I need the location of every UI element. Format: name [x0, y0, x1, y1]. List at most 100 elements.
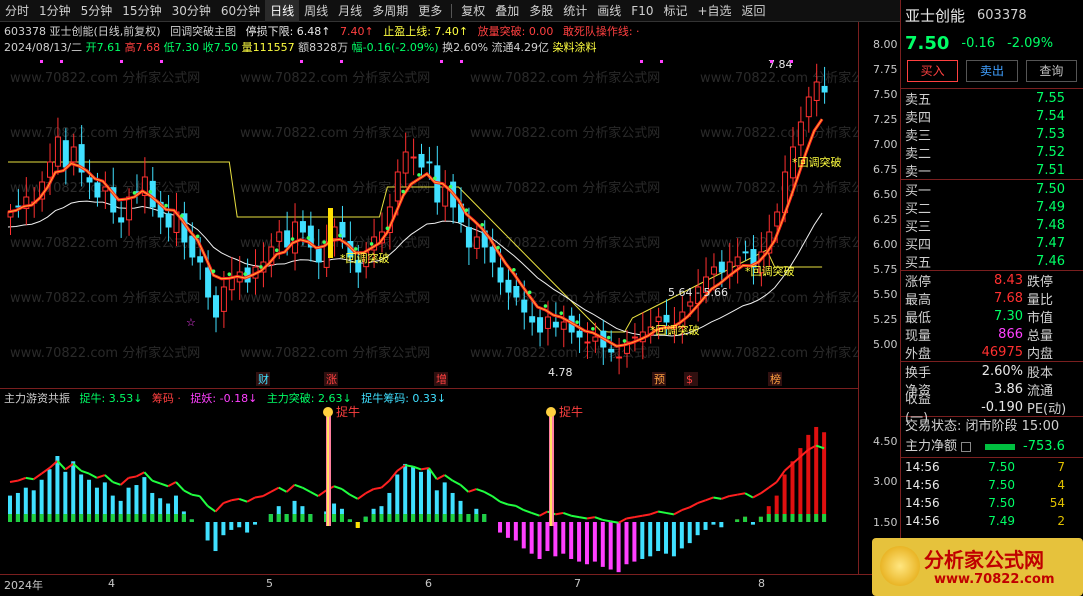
oscillator-segment — [736, 492, 746, 496]
indicator-bar-base — [387, 514, 392, 522]
indicator-bar-base — [87, 514, 92, 522]
indicator-bar — [624, 522, 629, 565]
oscillator-segment — [365, 488, 375, 495]
query-button[interactable]: 查询 — [1025, 60, 1077, 82]
stat-label-2: 流通 — [1027, 383, 1054, 399]
signal-dot — [496, 245, 500, 250]
tool-button-3[interactable]: 统计 — [558, 0, 592, 22]
bid-row[interactable]: 买一 7.50 — [901, 180, 1083, 199]
quote-stats-2: 换手 2.60% 股本 净资 3.86 流通 收益(一) -0.190 PE(动) — [901, 362, 1083, 427]
tool-button-4[interactable]: 画线 — [592, 0, 626, 22]
tool-button-2[interactable]: 多股 — [524, 0, 558, 22]
ask-row[interactable]: 卖四 7.54 — [901, 107, 1083, 126]
site-logo: 分析家公式网 www.70822.com — [872, 538, 1083, 596]
indicator-bar-base — [735, 519, 740, 522]
signal-dot — [353, 247, 358, 251]
ma-slow-line — [7, 200, 823, 337]
oscillator-segment — [278, 486, 288, 493]
tick-volume: 7 — [1057, 460, 1065, 474]
ask-row[interactable]: 卖二 7.52 — [901, 143, 1083, 162]
indicator-bar-base — [822, 514, 827, 522]
indicator-bar-base — [15, 514, 20, 522]
tool-button-7[interactable]: +自选 — [692, 0, 736, 22]
period-tab-9[interactable]: 多周期 — [367, 0, 413, 22]
oscillator-segment — [262, 490, 272, 497]
period-tab-10[interactable]: 更多 — [413, 0, 447, 22]
indicator-bar — [640, 522, 645, 559]
oscillator-segment — [649, 510, 659, 516]
price-axis[interactable]: 8.00 7.75 7.50 7.25 7.00 6.75 6.50 6.25 6.00 5.75… — [858, 22, 900, 574]
indicator-bar — [703, 522, 708, 530]
oscillator-segment — [231, 497, 240, 502]
period-tab-6[interactable]: 日线 — [265, 0, 300, 22]
period-tab-7[interactable]: 周线 — [299, 0, 333, 22]
period-tab-4[interactable]: 30分钟 — [167, 0, 216, 22]
date-axis[interactable]: 2024年 4 5 6 7 8 — [0, 574, 900, 596]
bid-row[interactable]: 买二 7.49 — [901, 198, 1083, 217]
indicator-bar — [679, 522, 684, 549]
period-tab-0[interactable]: 分时 — [0, 0, 34, 22]
candle-body — [513, 286, 520, 298]
tick-row: 14:56 7.50 4 — [901, 476, 1083, 494]
candle-body — [734, 256, 741, 267]
tick-volume: 2 — [1057, 514, 1065, 528]
bid-label: 买四 — [905, 237, 932, 253]
buy-button[interactable]: 买入 — [907, 60, 959, 82]
oscillator-segment — [119, 477, 130, 486]
indicator-bar — [505, 522, 510, 538]
tick-price: 7.50 — [988, 478, 1015, 492]
signal-dot — [211, 269, 216, 274]
oscillator-segment — [602, 518, 611, 523]
indicator-bar-base — [166, 514, 171, 522]
signal-dot — [385, 226, 390, 231]
price-change-pct: -2.09% — [1007, 35, 1054, 51]
pane-divider[interactable] — [0, 388, 858, 389]
main-net-label: 主力净额 — [905, 439, 958, 454]
signal-column-core — [327, 416, 329, 526]
top-marker — [40, 60, 43, 63]
tool-button-6[interactable]: 标记 — [658, 0, 692, 22]
sell-button[interactable]: 卖出 — [966, 60, 1018, 82]
candle-body — [126, 196, 133, 221]
bid-row[interactable]: 买五 7.46 — [901, 252, 1083, 271]
event-tag: 预 — [654, 373, 665, 386]
period-tab-3[interactable]: 15分钟 — [117, 0, 166, 22]
stat-label: 最低 — [905, 310, 932, 326]
oscillator-segment — [167, 481, 177, 488]
candle-body — [213, 295, 219, 318]
indicator-bar-base — [442, 514, 447, 522]
period-tab-8[interactable]: 月线 — [333, 0, 367, 22]
tool-button-5[interactable]: F10 — [626, 0, 658, 22]
period-tab-5[interactable]: 60分钟 — [216, 0, 265, 22]
oscillator-segment — [570, 514, 580, 519]
tool-button-1[interactable]: 叠加 — [490, 0, 524, 22]
indicator-bar-base — [379, 514, 384, 522]
ask-row[interactable]: 卖五 7.55 — [901, 89, 1083, 108]
bid-row[interactable]: 买三 7.48 — [901, 216, 1083, 235]
indicator-bar-base — [450, 514, 455, 522]
signal-dot — [195, 234, 200, 239]
indicator-bar-base — [126, 514, 131, 522]
ask-row[interactable]: 卖三 7.53 — [901, 125, 1083, 144]
tick-time: 14:56 — [905, 514, 940, 528]
table-icon[interactable] — [961, 442, 972, 452]
oscillator-segment — [88, 472, 98, 479]
signal-dot — [227, 272, 232, 277]
top-marker — [60, 60, 63, 63]
price-tick-label: 5.25 — [873, 313, 898, 326]
tool-button-0[interactable]: 复权 — [456, 0, 490, 22]
tool-button-8[interactable]: 返回 — [737, 0, 771, 22]
oscillator-segment — [25, 476, 34, 481]
price-change: -0.16 — [961, 35, 996, 51]
period-tab-1[interactable]: 1分钟 — [34, 0, 76, 22]
indicator-bar — [711, 522, 716, 525]
candlestick-chart[interactable]: www.70822.com 分析家公式网 www.70822.com 分析家公式网… — [0, 22, 858, 390]
period-tab-2[interactable]: 5分钟 — [76, 0, 118, 22]
tick-list[interactable]: 14:56 7.50 7 14:56 7.50 4 14:56 7.50 54 14:56 7.49… — [901, 458, 1083, 530]
bid-row[interactable]: 买四 7.47 — [901, 234, 1083, 253]
candle-body — [663, 314, 670, 323]
ask-row[interactable]: 卖一 7.51 — [901, 161, 1083, 180]
oscillator-segment — [420, 467, 430, 471]
indicator-chart[interactable]: 捉牛 捉牛 — [0, 402, 858, 574]
candle-body — [631, 336, 638, 339]
